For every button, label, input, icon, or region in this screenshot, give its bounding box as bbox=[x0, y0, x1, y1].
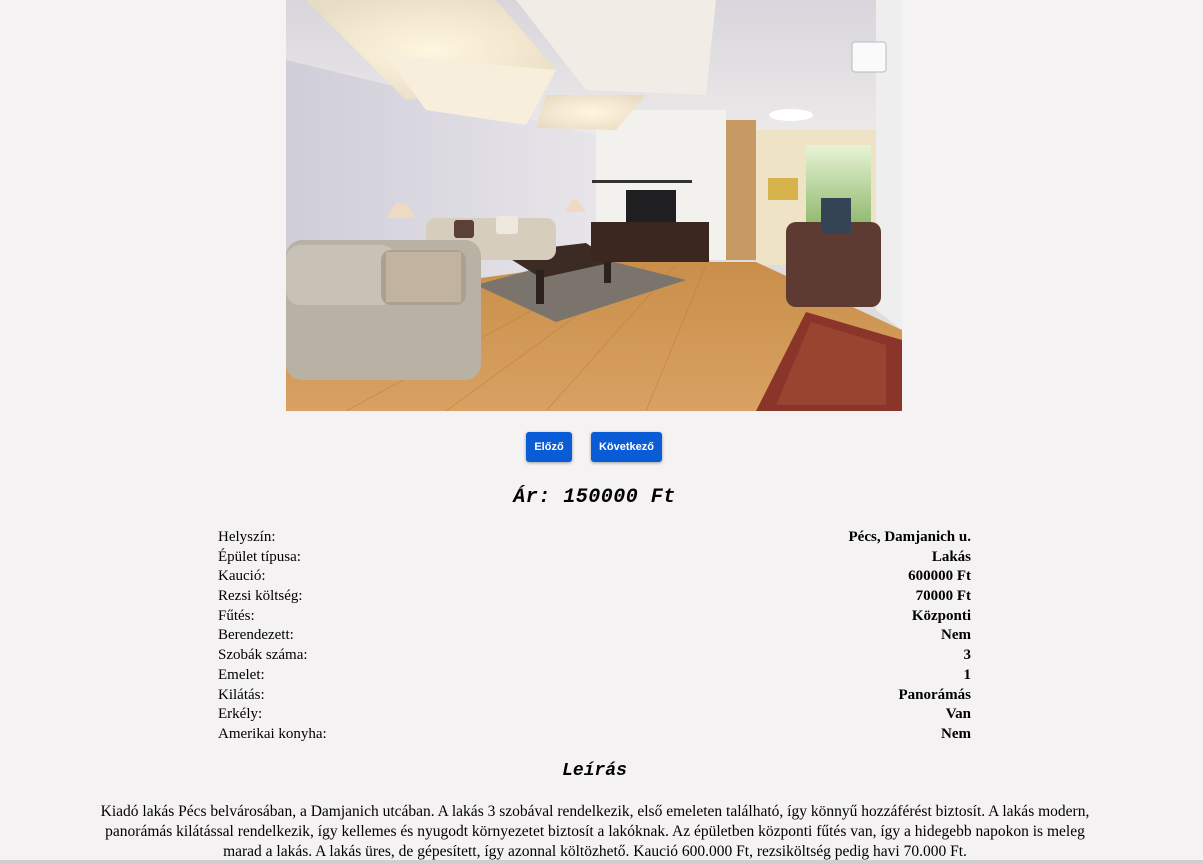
detail-label: Fűtés: bbox=[218, 607, 255, 624]
price-heading: Ár: 150000 Ft bbox=[513, 486, 676, 509]
detail-value: 1 bbox=[963, 666, 972, 683]
detail-value: Pécs, Damjanich u. bbox=[848, 529, 972, 545]
details-list: Helyszín: Pécs, Damjanich u. Épület típusa… bbox=[218, 528, 971, 745]
detail-label: Amerikai konyha: bbox=[218, 725, 327, 742]
detail-row: Kaució: 600000 Ft bbox=[218, 567, 971, 587]
detail-row: Fűtés: Központi bbox=[218, 607, 971, 627]
detail-label: Kilátás: bbox=[218, 686, 265, 703]
description-heading: Leírás bbox=[562, 761, 627, 781]
detail-label: Rezsi költség: bbox=[218, 588, 303, 605]
detail-value: Van bbox=[945, 706, 971, 723]
detail-row: Helyszín: Pécs, Damjanich u. bbox=[218, 528, 971, 548]
detail-label: Emelet: bbox=[218, 666, 265, 683]
detail-label: Szobák száma: bbox=[218, 647, 308, 664]
description-text: Kiadó lakás Pécs belvárosában, a Damjani… bbox=[100, 803, 1090, 860]
listing-photo bbox=[286, 0, 902, 411]
detail-row: Amerikai konyha: Nem bbox=[218, 725, 971, 745]
detail-row: Kilátás: Panorámás bbox=[218, 686, 971, 706]
living-room-photo-icon bbox=[286, 0, 902, 411]
detail-row: Rezsi költség: 70000 Ft bbox=[218, 587, 971, 607]
photo-navigation: Előző Következő bbox=[0, 432, 1203, 462]
detail-value: 70000 Ft bbox=[915, 588, 971, 605]
detail-value: Nem bbox=[941, 725, 971, 742]
detail-label: Berendezett: bbox=[218, 627, 294, 644]
detail-row: Erkély: Van bbox=[218, 705, 971, 725]
detail-row: Szobák száma: 3 bbox=[218, 646, 971, 666]
detail-label: Helyszín: bbox=[218, 529, 276, 545]
detail-label: Kaució: bbox=[218, 568, 266, 585]
detail-row: Berendezett: Nem bbox=[218, 626, 971, 646]
detail-value: Panorámás bbox=[898, 686, 972, 703]
detail-row: Emelet: 1 bbox=[218, 666, 971, 686]
detail-value: Lakás bbox=[931, 548, 971, 565]
detail-value: 600000 Ft bbox=[908, 568, 971, 585]
horizontal-scrollbar-edge bbox=[0, 860, 1203, 864]
detail-row: Épület típusa: Lakás bbox=[218, 548, 971, 568]
previous-button[interactable]: Előző bbox=[526, 432, 572, 462]
next-button[interactable]: Következő bbox=[591, 432, 662, 462]
detail-value: Központi bbox=[911, 607, 971, 624]
detail-label: Erkély: bbox=[218, 706, 263, 723]
detail-value: Nem bbox=[941, 627, 971, 644]
detail-value: 3 bbox=[963, 647, 972, 664]
listing-page: Előző Következő Ár: 150000 Ft Helyszín: P… bbox=[0, 0, 1203, 864]
detail-label: Épület típusa: bbox=[218, 548, 301, 565]
